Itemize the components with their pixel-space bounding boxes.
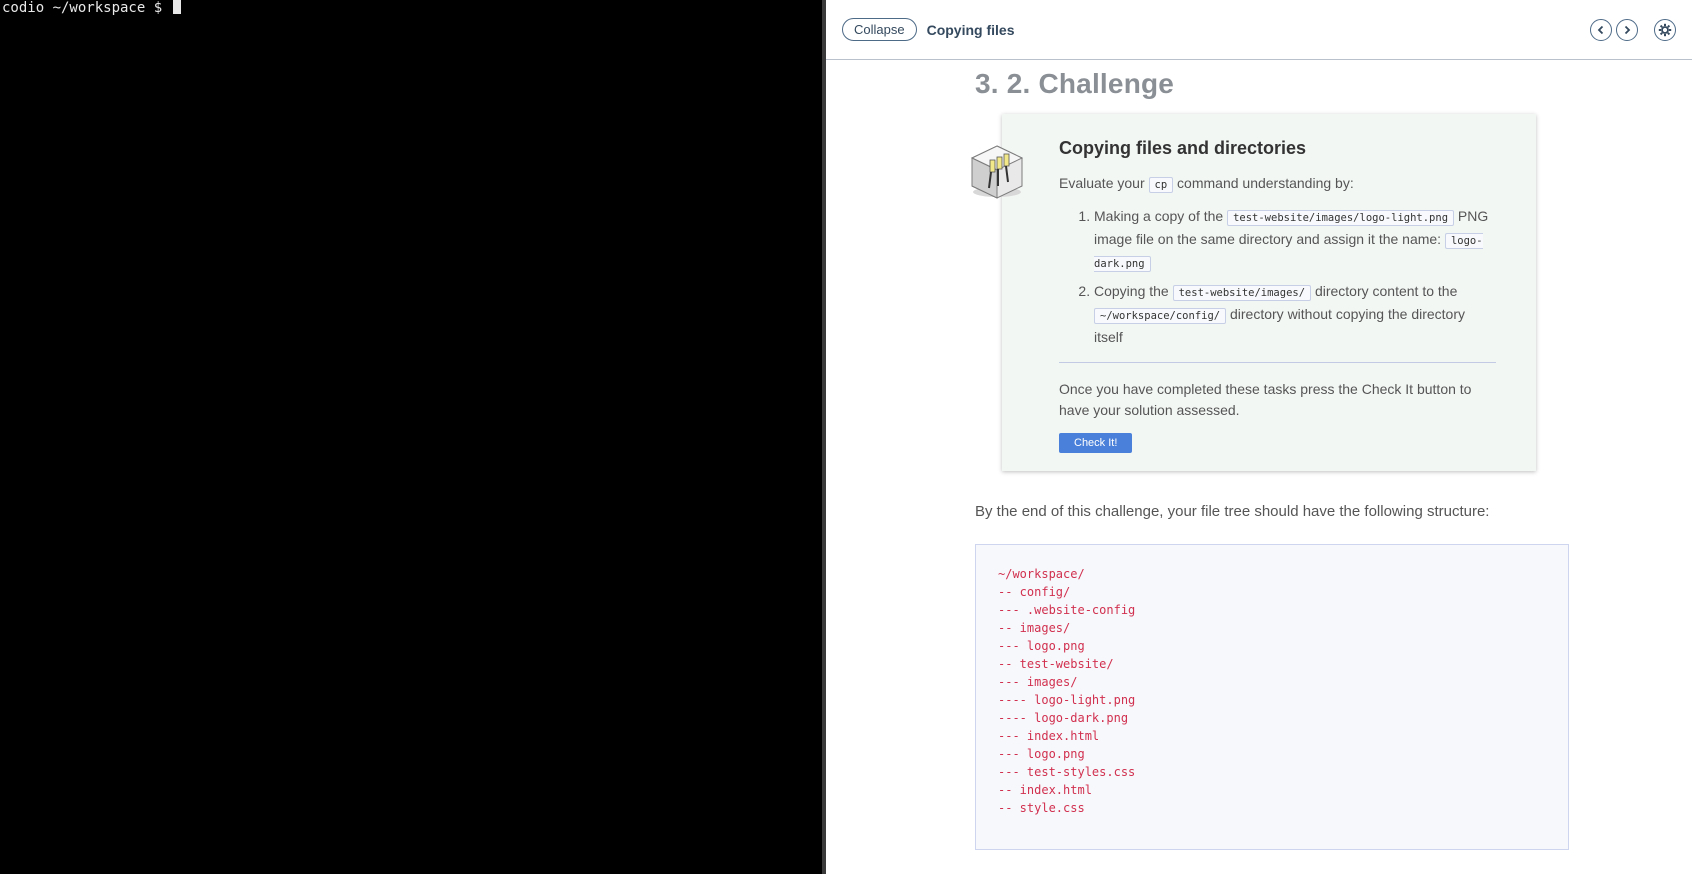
guide-nav [1590,18,1676,41]
completion-text: Once you have completed these tasks pres… [1059,381,1472,418]
challenge-card: Copying files and directories Evaluate y… [970,114,1536,471]
file-tree-line: --- logo.png [998,639,1085,653]
intro-text-before: Evaluate your [1059,175,1145,191]
check-it-button[interactable]: Check It! [1059,433,1133,453]
guide-header: Collapse Copying files [826,0,1692,60]
task-code: test-website/images/ [1172,285,1312,301]
gear-icon[interactable] [1654,18,1676,41]
file-tree-line: ---- logo-dark.png [998,711,1129,725]
file-tree-line: -- config/ [998,585,1071,599]
card-divider [1059,362,1496,363]
file-tree-block: ~/workspace/ -- config/ --- .website-con… [975,544,1569,850]
guide-title: Copying files [926,21,1015,38]
file-tree-line: -- style.css [998,801,1085,815]
challenge-badge-icon [970,145,1024,199]
file-tree-line: --- images/ [998,675,1078,689]
intro-text-after: command understanding by: [1177,175,1354,191]
task-item: Copying the test-website/images/ directo… [1094,281,1496,348]
task-text: Making a copy of the [1094,208,1224,224]
terminal-prompt-line: codio ~/workspace $ [2,0,822,16]
section-heading: 3. 2. Challenge [975,68,1175,99]
terminal-prompt: codio ~/workspace $ [2,0,163,16]
collapse-button[interactable]: Collapse [842,18,917,41]
task-item: Making a copy of the test-website/images… [1094,206,1496,275]
file-tree-line: -- images/ [998,621,1071,635]
file-tree-line: -- index.html [998,783,1092,797]
structure-intro: By the end of this challenge, your file … [975,503,1490,520]
file-tree-line: --- .website-config [998,603,1136,617]
terminal-cursor [172,0,181,14]
challenge-intro: Evaluate your cp command understanding b… [1059,173,1496,196]
task-code: test-website/images/logo-light.png [1227,210,1455,226]
guide-content: 3. 2. Challenge Copying files and direct… [970,60,1575,850]
file-tree-line: --- test-styles.css [998,765,1136,779]
file-tree-line: --- logo.png [998,747,1085,761]
task-text: directory content to the [1314,283,1458,299]
challenge-title: Copying files and directories [1059,138,1307,158]
file-tree-line: ~/workspace/ [998,567,1085,581]
file-tree-line: ---- logo-light.png [998,693,1136,707]
terminal-pane[interactable]: codio ~/workspace $ [0,0,822,874]
task-list: Making a copy of the test-website/images… [1059,206,1496,348]
file-tree-line: --- index.html [998,729,1100,743]
cp-code: cp [1148,177,1174,193]
task-text: Copying the [1094,283,1169,299]
file-tree-line: -- test-website/ [998,657,1114,671]
guide-panel: Collapse Copying files 3. 2. Challenge C… [826,0,1692,874]
chevron-left-icon[interactable] [1590,18,1612,41]
chevron-right-icon[interactable] [1616,18,1638,41]
task-code: ~/workspace/config/ [1094,308,1227,324]
